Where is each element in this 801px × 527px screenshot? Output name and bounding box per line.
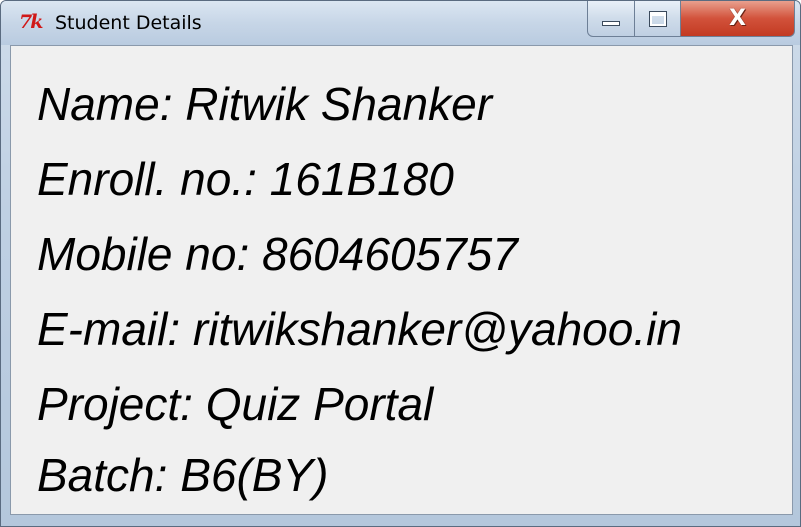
project-label: Project: Quiz Portal xyxy=(37,378,434,430)
enrollment-label: Enroll. no.: 161B180 xyxy=(37,153,454,205)
tk-feather-icon[interactable]: 7k xyxy=(19,11,45,33)
student-details-window: 7k Student Details X Name: Ritwik Shanke… xyxy=(0,0,801,527)
batch-label: Batch: B6(BY) xyxy=(37,449,329,501)
mobile-label: Mobile no: 8604605757 xyxy=(37,228,518,280)
minimize-button[interactable] xyxy=(587,1,635,37)
window-controls: X xyxy=(587,1,795,39)
close-button[interactable]: X xyxy=(681,1,795,37)
details-panel: Name: Ritwik Shanker Enroll. no.: 161B18… xyxy=(10,45,793,515)
maximize-button[interactable] xyxy=(635,1,681,37)
email-label: E-mail: ritwikshanker@yahoo.in xyxy=(37,303,682,355)
window-title: Student Details xyxy=(55,12,202,34)
title-bar[interactable]: 7k Student Details X xyxy=(1,1,800,45)
name-label: Name: Ritwik Shanker xyxy=(37,78,493,130)
minimize-icon xyxy=(602,21,620,26)
close-icon: X xyxy=(729,5,746,31)
maximize-icon xyxy=(648,10,667,27)
